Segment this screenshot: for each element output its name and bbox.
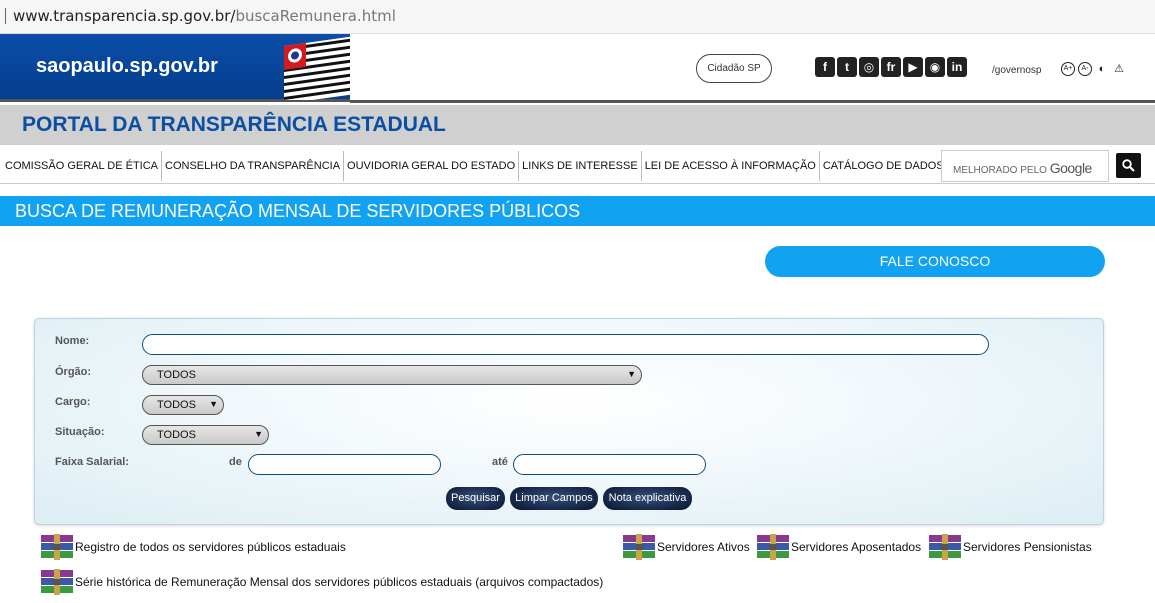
font-decrease-icon[interactable]: A- [1078,62,1092,76]
rar-archive-icon [41,569,73,595]
social-links: f t ◎ fr ▶ ◉ in [815,57,967,77]
instagram-icon[interactable]: ◎ [859,57,879,77]
rar-archive-icon [757,534,789,560]
de-label: de [229,456,242,468]
search-button[interactable] [1116,153,1141,178]
sp-flag-logo [284,36,350,100]
brand-link[interactable]: saopaulo.sp.gov.br [36,55,218,78]
flickr-icon[interactable]: fr [881,57,901,77]
google-search-input[interactable]: MELHORADO PELO Google [941,150,1109,182]
governosp-handle[interactable]: /governosp [992,65,1041,76]
situacao-value: TODOS [157,429,196,441]
limpar-campos-button[interactable]: Limpar Campos [510,487,598,510]
font-increase-icon[interactable]: A+ [1061,62,1075,76]
header-divider [350,100,1155,103]
rar-archive-icon [929,534,961,560]
download-aposentados-label: Servidores Aposentados [791,540,922,554]
orgao-select[interactable]: TODOS ▼ [142,365,642,385]
url-host: www.transparencia.sp.gov.br/ [13,7,236,25]
chevron-down-icon: ▼ [627,369,636,379]
pesquisar-button[interactable]: Pesquisar [446,487,505,510]
nota-explicativa-button[interactable]: Nota explicativa [603,487,692,510]
cidadao-sp-button[interactable]: Cidadão SP [696,54,772,83]
download-pensionistas-label: Servidores Pensionistas [963,540,1092,554]
browser-url-bar[interactable]: www.transparencia.sp.gov.br/buscaRemuner… [0,0,1155,34]
section-title-bar: BUSCA DE REMUNERAÇÃO MENSAL DE SERVIDORE… [0,196,1155,226]
section-title: BUSCA DE REMUNERAÇÃO MENSAL DE SERVIDORE… [15,201,581,221]
download-todos-label: Registro de todos os servidores públicos… [75,540,346,554]
brand-box[interactable]: saopaulo.sp.gov.br [0,34,350,102]
cargo-label: Cargo: [55,396,91,408]
text-caret [5,8,6,24]
nav-items: COMISSÃO GERAL DE ÉTICA CONSELHO DA TRAN… [2,151,947,181]
download-servidores-aposentados[interactable]: Servidores Aposentados [755,532,921,562]
nav-catalogo-dados[interactable]: CATÁLOGO DE DADOS [820,151,947,181]
warning-icon[interactable]: ⚠ [1112,62,1126,76]
youtube-icon[interactable]: ▶ [903,57,923,77]
faixa-salarial-label: Faixa Salarial: [55,456,129,468]
nome-label: Nome: [55,335,90,347]
url-text[interactable]: www.transparencia.sp.gov.br/buscaRemuner… [13,7,396,25]
download-serie-historica[interactable]: Série histórica de Remuneração Mensal do… [39,567,603,597]
nav-links-interesse[interactable]: LINKS DE INTERESSE [519,151,642,181]
facebook-icon[interactable]: f [815,57,835,77]
contrast-icon[interactable]: ◐ [1095,62,1109,76]
cargo-select[interactable]: TODOS ▼ [142,395,224,415]
portal-title[interactable]: PORTAL DA TRANSPARÊNCIA ESTADUAL [22,113,446,137]
chevron-down-icon: ▼ [254,429,263,439]
accessibility-tools: A+ A- ◐ ⚠ [1061,62,1126,76]
salary-from-input[interactable] [248,454,441,475]
search-prefix: MELHORADO PELO [953,165,1047,176]
nav-lei-acesso[interactable]: LEI DE ACESSO À INFORMAÇÃO [642,151,820,181]
twitter-icon[interactable]: t [837,57,857,77]
google-logo: Google [1049,160,1093,176]
download-ativos-label: Servidores Ativos [657,540,750,554]
chevron-down-icon: ▼ [209,399,218,409]
download-servidores-ativos[interactable]: Servidores Ativos [621,532,750,562]
site-header: saopaulo.sp.gov.br Cidadão SP f t ◎ fr ▶… [0,34,1155,103]
download-serie-historica-label: Série histórica de Remuneração Mensal do… [75,575,604,589]
fale-conosco-button[interactable]: FALE CONOSCO [765,246,1105,277]
salary-to-input[interactable] [513,454,706,475]
rar-archive-icon [623,534,655,560]
main-nav: COMISSÃO GERAL DE ÉTICA CONSELHO DA TRAN… [0,148,1155,184]
orgao-label: Órgão: [55,366,92,378]
download-servidores-pensionistas[interactable]: Servidores Pensionistas [927,532,1092,562]
url-path: buscaRemunera.html [235,7,396,25]
nav-conselho-transparencia[interactable]: CONSELHO DA TRANSPARÊNCIA [162,151,345,181]
search-icon [1122,159,1135,172]
situacao-select[interactable]: TODOS ▼ [142,425,269,445]
linkedin-icon[interactable]: in [947,57,967,77]
download-todos-servidores[interactable]: Registro de todos os servidores públicos… [39,532,346,562]
portal-banner: PORTAL DA TRANSPARÊNCIA ESTADUAL [0,105,1155,145]
search-form-panel: Nome: Órgão: TODOS ▼ Cargo: TODOS ▼ Situ… [34,318,1104,525]
cargo-value: TODOS [157,399,196,411]
periscope-icon[interactable]: ◉ [925,57,945,77]
ate-label: até [492,456,508,468]
nome-input[interactable] [142,334,989,355]
orgao-value: TODOS [157,369,196,381]
nav-ouvidoria[interactable]: OUVIDORIA GERAL DO ESTADO [344,151,520,181]
rar-archive-icon [41,534,73,560]
situacao-label: Situação: [55,426,105,438]
nav-comissao-etica[interactable]: COMISSÃO GERAL DE ÉTICA [2,151,163,181]
